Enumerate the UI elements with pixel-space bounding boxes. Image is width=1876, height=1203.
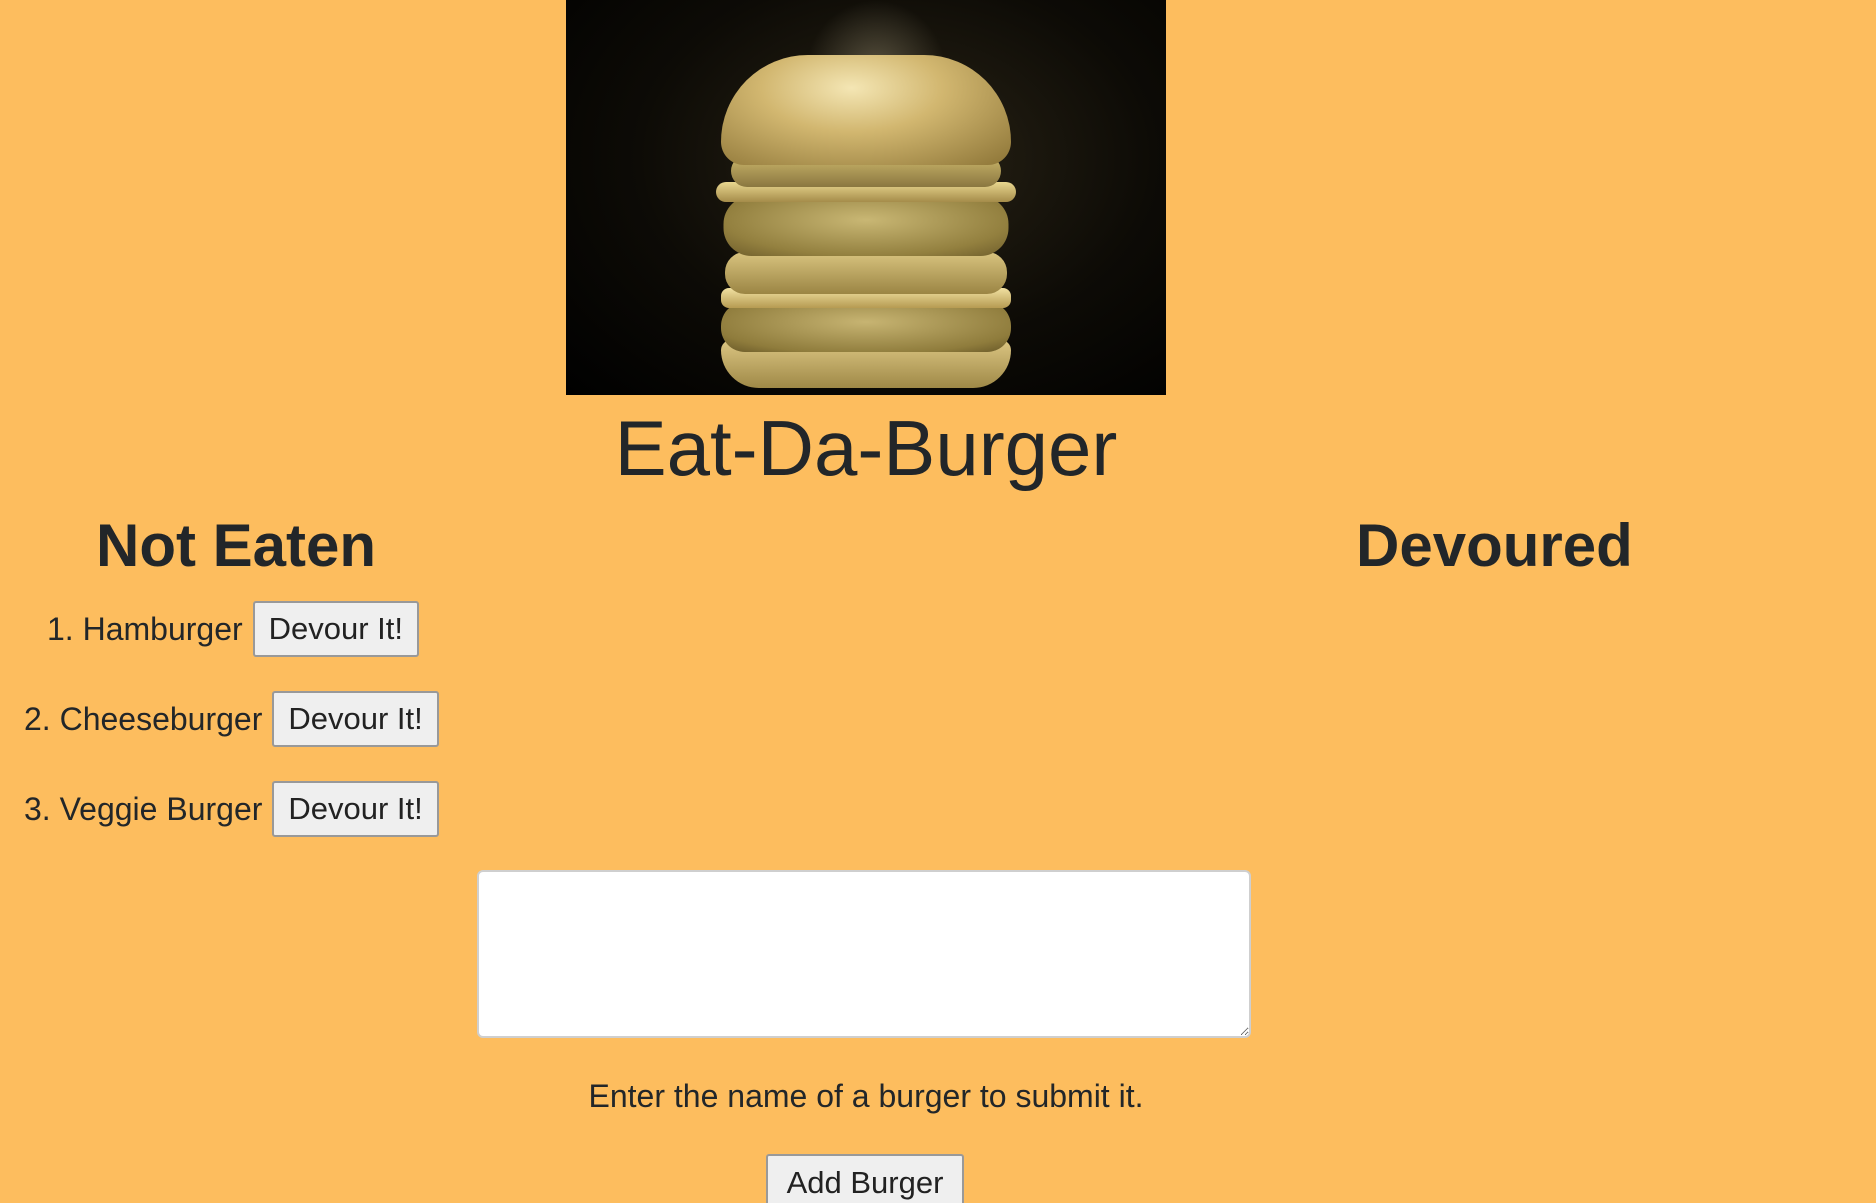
golden-burger-image [566, 0, 1166, 395]
devour-button[interactable]: Devour It! [272, 781, 439, 837]
devoured-heading: Devoured [1356, 512, 1633, 579]
devour-button[interactable]: Devour It! [252, 601, 420, 657]
help-text: Enter the name of a burger to submit it. [588, 1078, 1144, 1114]
burger-name-input[interactable] [477, 870, 1251, 1038]
page: Eat-Da-Burger Not Eaten Devoured 1. Hamb… [0, 0, 1876, 1203]
burger-name: 1. Hamburger [47, 610, 243, 647]
list-item: 2. Cheeseburger Devour It! [24, 690, 439, 748]
burger-name: 2. Cheeseburger [24, 700, 263, 737]
devour-button[interactable]: Devour It! [272, 691, 439, 747]
page-title: Eat-Da-Burger [614, 404, 1118, 492]
list-item: 1. Hamburger Devour It! [47, 600, 420, 658]
burger-name: 3. Veggie Burger [24, 790, 263, 827]
add-burger-button[interactable]: Add Burger [766, 1154, 964, 1203]
not-eaten-heading: Not Eaten [96, 512, 377, 579]
list-item: 3. Veggie Burger Devour It! [24, 780, 439, 838]
